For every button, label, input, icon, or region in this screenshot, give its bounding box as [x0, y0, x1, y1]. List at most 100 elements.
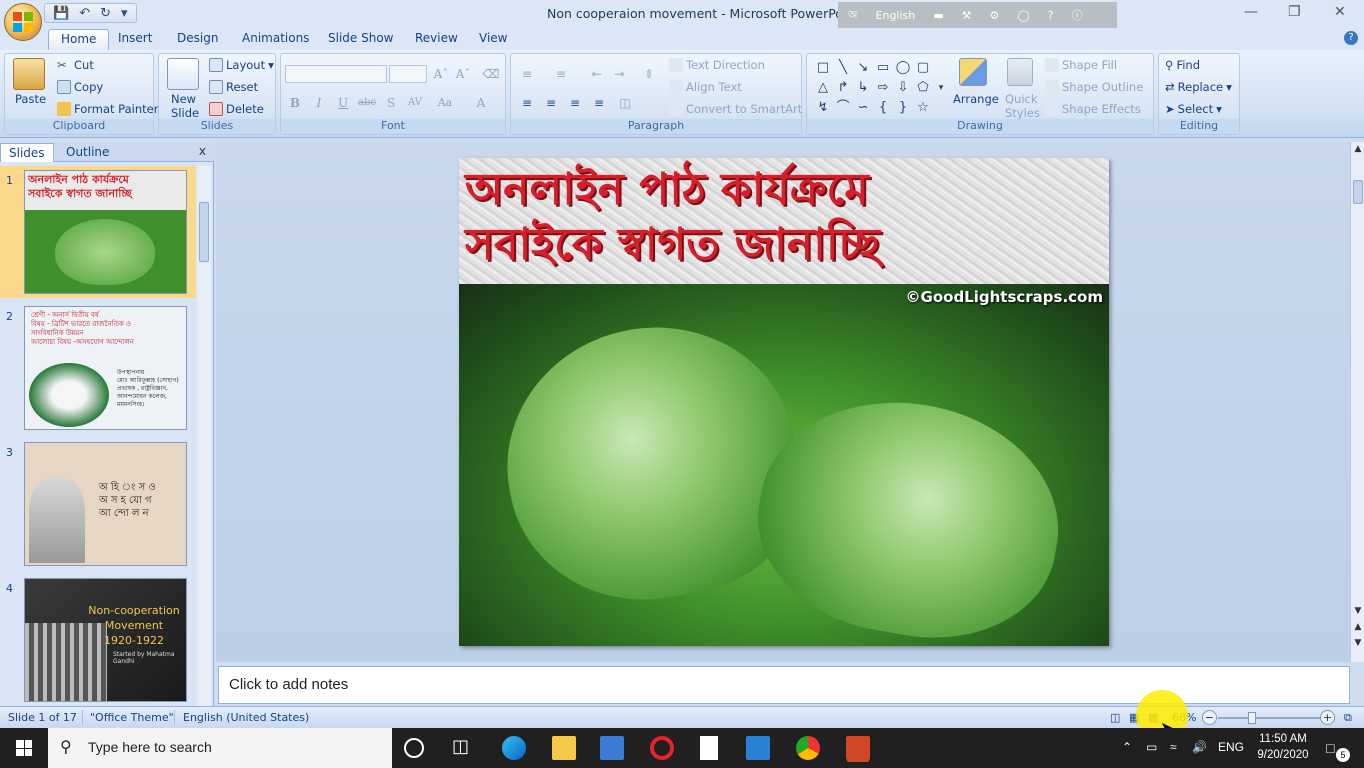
decrease-indent-icon[interactable]: ⇤ [587, 65, 607, 83]
columns-icon[interactable]: ◫ [615, 94, 635, 112]
office-button[interactable] [4, 3, 42, 41]
rounded-rect-shape-icon[interactable]: ▢ [915, 60, 931, 76]
curve-shape-icon[interactable]: ∽ [855, 100, 871, 116]
strikethrough-button[interactable]: abc [357, 94, 377, 112]
cut-button[interactable]: ✂ Cut [57, 58, 94, 72]
zoom-slider-knob[interactable] [1248, 712, 1256, 724]
arc-shape-icon[interactable]: ⌒ [835, 100, 851, 116]
save-icon[interactable]: 💾 [53, 6, 69, 21]
settings-icon[interactable]: ⚙ [990, 9, 1000, 22]
shape-outline-button[interactable]: Shape Outline [1045, 80, 1143, 94]
star-shape-icon[interactable]: ☆ [915, 100, 931, 116]
scroll-thumb[interactable] [199, 202, 209, 262]
taskbar-search[interactable]: ⚲ Type here to search [48, 728, 392, 768]
zoom-out-icon[interactable]: − [1202, 710, 1217, 725]
tab-outline[interactable]: Outline [58, 143, 117, 162]
align-center-icon[interactable]: ≡ [541, 94, 561, 112]
down-arrow-shape-icon[interactable]: ⇩ [895, 80, 911, 96]
elbow-arrow-shape-icon[interactable]: ↳ [855, 80, 871, 96]
slide-thumb-3[interactable]: 3 অ হি ং স ও অ স হ যো গ আ ন্দো ল ন [0, 438, 196, 570]
minimize-langbar-icon[interactable]: ▬ [933, 9, 943, 22]
shadow-button[interactable]: S [381, 94, 401, 112]
grow-font-icon[interactable]: Aˆ [431, 65, 451, 83]
char-spacing-button[interactable]: AV [405, 94, 425, 112]
pentagon-shape-icon[interactable]: ⬠ [915, 80, 931, 96]
line-spacing-icon[interactable]: ⇕ [639, 65, 659, 83]
battery-icon[interactable]: ▭ [1146, 740, 1157, 754]
restore-button[interactable]: ❐ [1288, 4, 1301, 20]
notepad-icon[interactable] [700, 736, 718, 760]
paste-icon[interactable] [13, 58, 45, 90]
copy-button[interactable]: Copy [57, 80, 103, 94]
new-slide-button[interactable]: New Slide [171, 92, 199, 120]
info-icon[interactable]: ⓘ [1072, 7, 1083, 23]
minimize-button[interactable]: — [1244, 4, 1258, 20]
help-icon[interactable]: ? [1344, 31, 1358, 45]
italic-button[interactable]: I [309, 94, 329, 112]
replace-button[interactable]: ⇄ Replace ▾ [1165, 80, 1232, 94]
store-icon[interactable] [600, 736, 624, 760]
cortana-icon[interactable] [404, 738, 424, 758]
help-circle-icon[interactable]: ? [1048, 9, 1054, 22]
rectangle-shape-icon[interactable]: ▭ [875, 60, 891, 76]
chrome-icon[interactable] [796, 736, 820, 760]
close-button[interactable]: ✕ [1334, 4, 1346, 20]
language-status[interactable]: English (United States) [183, 711, 309, 724]
numbering-icon[interactable]: ≡ [551, 65, 571, 83]
shrink-font-icon[interactable]: Aˇ [453, 65, 473, 83]
shape-fill-button[interactable]: Shape Fill [1045, 58, 1117, 72]
close-pane-icon[interactable]: x [199, 144, 206, 158]
select-button[interactable]: ➤ Select ▾ [1165, 102, 1222, 116]
quick-styles-button[interactable]: Quick Styles [1005, 92, 1040, 120]
slide-thumb-4[interactable]: 4 Non-cooperation Movement 1920-1922 Sta… [0, 574, 196, 706]
triangle-shape-icon[interactable]: △ [815, 80, 831, 96]
task-view-icon[interactable]: ◫ [452, 736, 476, 760]
slides-pane-scrollbar[interactable] [197, 166, 211, 706]
bullets-icon[interactable]: ≡ [517, 65, 537, 83]
textbox-shape-icon[interactable]: □ [815, 60, 831, 76]
tab-slide-show[interactable]: Slide Show [328, 31, 393, 45]
paste-button[interactable]: Paste [15, 92, 46, 106]
input-language[interactable]: ENG [1218, 740, 1244, 754]
powerpoint-icon[interactable] [846, 736, 870, 760]
normal-view-icon[interactable]: ◫ [1110, 711, 1120, 724]
align-text-button[interactable]: Align Text [669, 80, 742, 94]
tab-design[interactable]: Design [177, 31, 218, 45]
tools-icon[interactable]: ⚒ [962, 9, 972, 22]
opera-icon[interactable] [650, 736, 674, 760]
bold-button[interactable]: B [285, 94, 305, 112]
format-painter-button[interactable]: Format Painter [57, 102, 158, 116]
line-shape-icon[interactable]: ╲ [835, 60, 851, 76]
slide-thumb-2[interactable]: 2 শ্রেণী - অনার্স দ্বিতীয় বর্ষ বিষয় - … [0, 302, 196, 434]
layout-button[interactable]: Layout ▾ [209, 58, 274, 72]
next-slide-icon[interactable]: ▼ [1353, 638, 1363, 648]
align-right-icon[interactable]: ≡ [565, 94, 585, 112]
file-explorer-icon[interactable] [552, 736, 576, 760]
delete-button[interactable]: Delete [209, 102, 264, 116]
scroll-down-icon[interactable]: ▼ [1353, 606, 1363, 616]
right-arrow-shape-icon[interactable]: ⇨ [875, 80, 891, 96]
convert-smartart-button[interactable]: Convert to SmartArt [669, 102, 802, 116]
lightning-shape-icon[interactable]: ↯ [815, 100, 831, 116]
tab-insert[interactable]: Insert [118, 31, 152, 45]
language-indicator[interactable]: English [876, 9, 916, 22]
slide-scrollbar[interactable]: ▲ ▼ ▲ ▼ [1350, 142, 1364, 662]
font-name-combo[interactable] [285, 65, 387, 83]
justify-icon[interactable]: ≡ [589, 94, 609, 112]
font-color-button[interactable]: A [471, 94, 491, 112]
arrange-icon[interactable] [959, 58, 987, 86]
tab-review[interactable]: Review [415, 31, 458, 45]
text-direction-button[interactable]: Text Direction [669, 58, 765, 72]
tab-slides[interactable]: Slides [0, 143, 54, 162]
customize-qat-icon[interactable]: ▾ [121, 6, 128, 21]
increase-indent-icon[interactable]: ⇥ [609, 65, 629, 83]
arrow-line-shape-icon[interactable]: ↘ [855, 60, 871, 76]
mail-icon[interactable] [746, 736, 770, 760]
bangla-input-icon[interactable]: অ [848, 6, 858, 25]
notifications-icon[interactable]: □ [1326, 740, 1334, 756]
tab-home[interactable]: Home [48, 29, 110, 50]
fit-to-window-icon[interactable]: ⧉ [1344, 711, 1352, 725]
zoom-in-icon[interactable]: + [1320, 710, 1335, 725]
volume-icon[interactable]: 🔊 [1192, 740, 1207, 754]
undo-icon[interactable]: ↶ [79, 6, 90, 21]
